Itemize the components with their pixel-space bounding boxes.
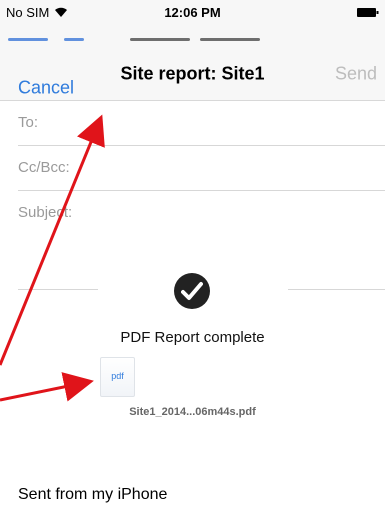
- compose-nav-bar: Cancel Site report: Site1 Send: [0, 48, 385, 101]
- status-bar: No SIM 12:06 PM: [0, 0, 385, 24]
- checkmark-icon: [174, 273, 210, 309]
- email-signature: Sent from my iPhone: [18, 486, 168, 503]
- cancel-button[interactable]: Cancel: [18, 78, 74, 99]
- to-label: To:: [18, 114, 39, 131]
- send-button[interactable]: Send: [335, 64, 377, 85]
- cc-bcc-field[interactable]: Cc/Bcc:: [18, 146, 385, 191]
- to-field[interactable]: To:: [18, 101, 385, 146]
- hud-message: PDF Report complete: [120, 329, 265, 346]
- red-arrow-icon: [0, 372, 94, 402]
- attachment-icon-text: pdf: [111, 371, 124, 381]
- subject-label: Subject:: [18, 204, 73, 221]
- divider: [18, 289, 98, 290]
- battery-icon: [357, 8, 379, 17]
- status-time: 12:06 PM: [164, 5, 221, 20]
- pdf-document-icon[interactable]: pdf: [100, 357, 135, 397]
- divider: [288, 289, 385, 290]
- background-screen-strip: [0, 24, 385, 48]
- subject-field[interactable]: Subject:: [18, 191, 385, 235]
- cc-bcc-label: Cc/Bcc:: [18, 159, 70, 176]
- attachment-filename[interactable]: Site1_2014...06m44s.pdf: [0, 406, 385, 418]
